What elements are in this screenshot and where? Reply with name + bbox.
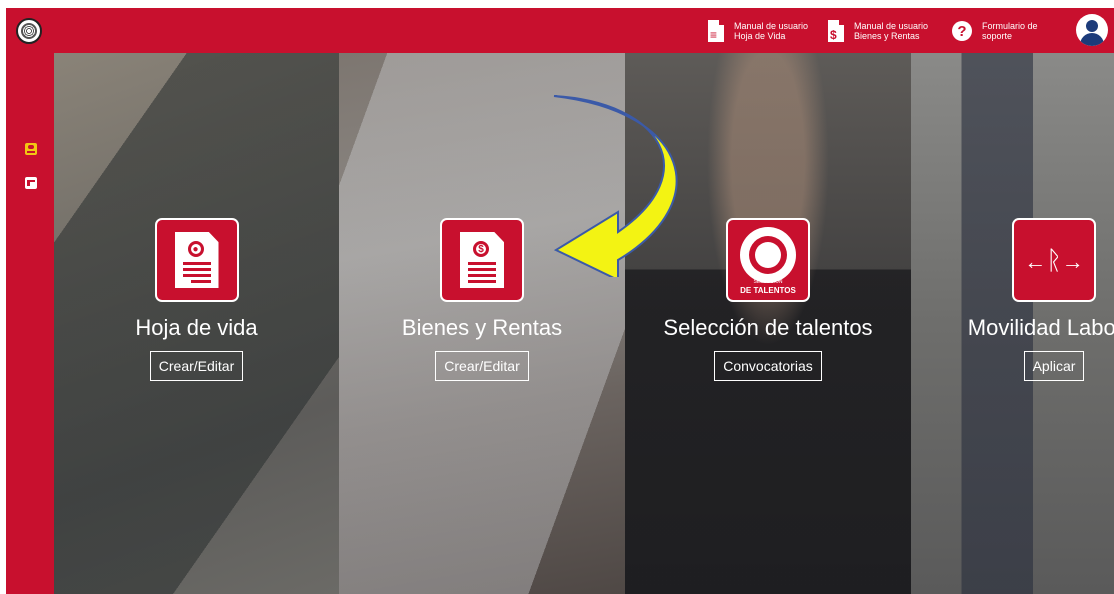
panel-title: Selección de talentos (663, 315, 873, 340)
manual-bienes-y-rentas-link[interactable]: $ Manual de usuario Bienes y Rentas (828, 14, 928, 48)
logo-big-text: DE TALENTOS (740, 286, 796, 295)
curriculum-icon: ● (154, 218, 239, 302)
panel-hoja-de-vida: ● Hoja de vida Crear/Editar (54, 53, 339, 594)
document-icon: ≡ (708, 20, 724, 42)
talent-selection-logo: SELECCIÓN DE TALENTOS (726, 218, 810, 302)
panel-movilidad-laboral: ←ᚱ→ Movilidad Laboral Aplicar (911, 53, 1114, 594)
link-line1: Manual de usuario (734, 21, 809, 31)
panel-title: Bienes y Rentas (401, 315, 563, 340)
link-line1: Manual de usuario (854, 21, 929, 31)
user-avatar-icon[interactable] (1076, 14, 1108, 46)
mobility-icon: ←ᚱ→ (1012, 218, 1096, 302)
document-glyph: $ (830, 28, 837, 42)
crear-editar-hoja-button[interactable]: Crear/Editar (149, 351, 244, 381)
fingerprint-logo-icon[interactable] (16, 18, 42, 44)
sidebar (6, 53, 54, 594)
logo-small-text: SELECCIÓN (753, 279, 783, 285)
link-line2: Bienes y Rentas (854, 31, 920, 41)
document-glyph: ≡ (710, 28, 718, 42)
link-line1: Formulario de (982, 21, 1038, 31)
convocatorias-button[interactable]: Convocatorias (714, 351, 822, 381)
panel-title: Movilidad Laboral (967, 315, 1114, 340)
link-line2: Hoja de Vida (734, 31, 786, 41)
help-icon: ? (952, 21, 972, 41)
document-dollar-icon: $ (828, 20, 844, 42)
dollar-document-icon: $ (440, 218, 524, 302)
calendar-icon[interactable] (25, 177, 37, 189)
crear-editar-bienes-button[interactable]: Crear/Editar (435, 351, 529, 381)
panel-title: Hoja de vida (135, 315, 258, 340)
manual-hoja-de-vida-link[interactable]: ≡ Manual de usuario Hoja de Vida (708, 14, 808, 48)
top-bar: ≡ Manual de usuario Hoja de Vida $ Manual… (6, 8, 1114, 53)
link-line2: soporte (982, 31, 1013, 41)
id-card-icon[interactable] (25, 143, 37, 155)
aplicar-button[interactable]: Aplicar (1023, 351, 1085, 381)
curved-arrow-annotation (553, 95, 678, 277)
formulario-de-soporte-link[interactable]: ? Formulario de soporte (952, 14, 1038, 48)
